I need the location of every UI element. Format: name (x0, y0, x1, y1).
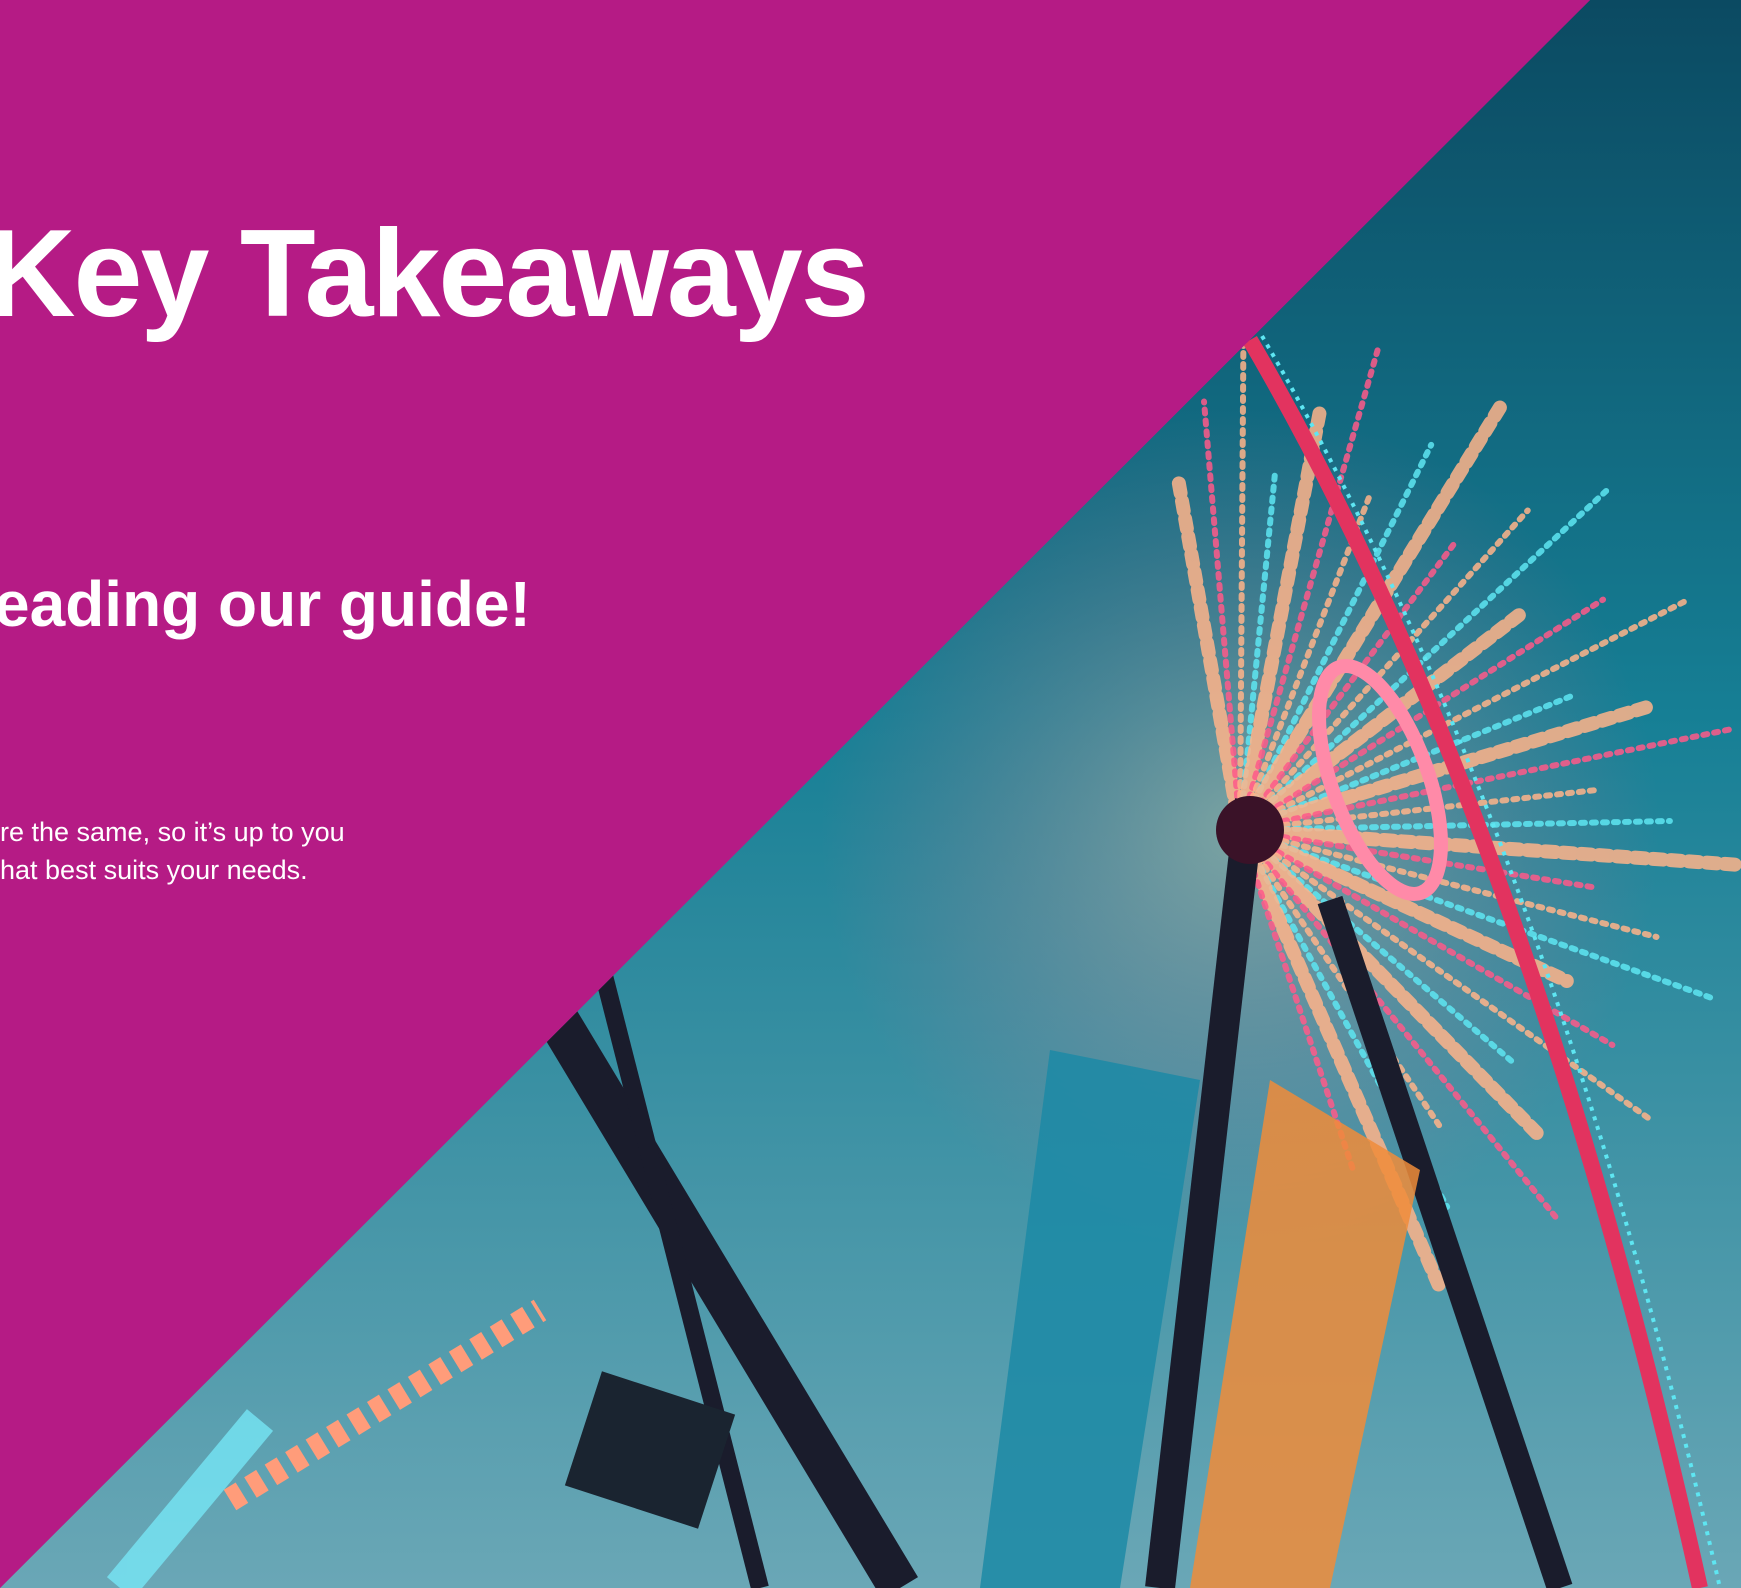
body-line: hat best suits your needs. (0, 855, 308, 885)
subtitle: eading our guide! (0, 568, 531, 640)
page-title: Key Takeaways (0, 205, 870, 343)
slide: Key Takeaways eading our guide! re the s… (0, 0, 1741, 1588)
body-line: re the same, so it’s up to you (0, 817, 345, 847)
body-paragraph: re the same, so it’s up to you hat best … (0, 813, 345, 889)
